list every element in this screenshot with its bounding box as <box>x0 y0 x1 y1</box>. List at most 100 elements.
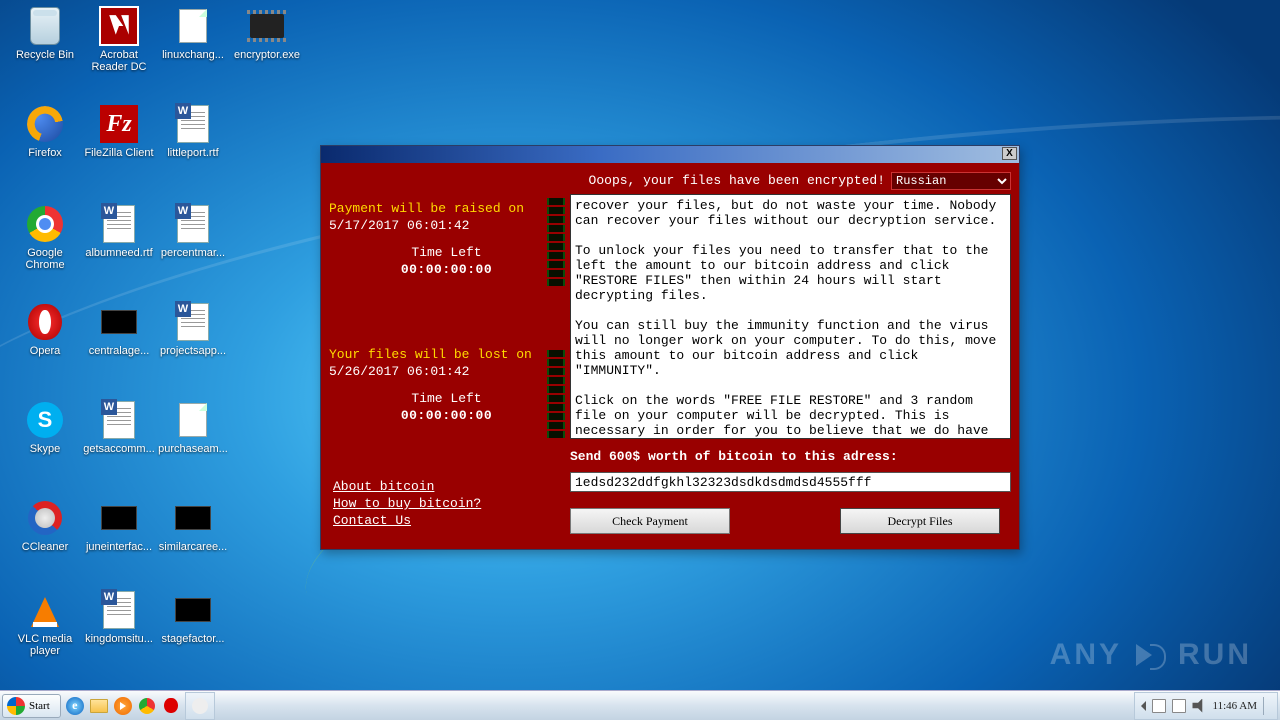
desktop-icon[interactable]: Acrobat Reader DC <box>82 6 156 73</box>
blk-icon <box>173 590 213 630</box>
message-panel[interactable]: recover your files, but do not waste you… <box>570 194 1011 439</box>
desktop-icon[interactable]: Wlittleport.rtf <box>156 104 230 159</box>
icon-label: VLC media player <box>8 633 82 657</box>
icon-label: projectsapp... <box>156 345 230 357</box>
icon-label: encryptor.exe <box>230 49 304 61</box>
header-message: Ooops, your files have been encrypted! <box>589 174 885 188</box>
desktop-icon[interactable]: juneinterfac... <box>82 498 156 553</box>
icon-label: getsaccomm... <box>82 443 156 455</box>
desktop-icon[interactable]: Wgetsaccomm... <box>82 400 156 455</box>
window-titlebar[interactable]: X <box>321 146 1019 163</box>
icon-label: stagefactor... <box>156 633 230 645</box>
desktop-icon[interactable]: Wprojectsapp... <box>156 302 230 357</box>
icon-label: centralage... <box>82 345 156 357</box>
skype-icon: S <box>25 400 65 440</box>
doc-icon: W <box>99 590 139 630</box>
adobe-icon <box>99 6 139 46</box>
decrypt-files-button[interactable]: Decrypt Files <box>840 508 1000 534</box>
desktop-icon[interactable]: Wkingdomsitu... <box>82 590 156 645</box>
close-icon[interactable]: X <box>1002 147 1017 160</box>
volume-icon[interactable] <box>1192 699 1206 713</box>
sht-icon <box>173 6 213 46</box>
sht-icon <box>173 400 213 440</box>
link-how-to-buy[interactable]: How to buy bitcoin? <box>333 495 481 512</box>
check-payment-button[interactable]: Check Payment <box>570 508 730 534</box>
desktop-icon[interactable]: Walbumneed.rtf <box>82 204 156 259</box>
taskbar: Start 11:46 AM <box>0 690 1280 720</box>
desktop-icon[interactable]: similarcaree... <box>156 498 230 553</box>
taskbar-explorer-icon[interactable] <box>89 696 109 716</box>
fx-icon <box>25 104 65 144</box>
opera-icon <box>25 302 65 342</box>
desktop-icon[interactable]: stagefactor... <box>156 590 230 645</box>
raise-label: Payment will be raised on <box>329 200 564 217</box>
icon-label: juneinterfac... <box>82 541 156 553</box>
watermark-text-1: ANY <box>1050 640 1122 670</box>
progress-bar-2 <box>547 350 565 440</box>
desktop-icon[interactable]: FzFileZilla Client <box>82 104 156 159</box>
cc-icon <box>25 498 65 538</box>
desktop-icon[interactable]: Wpercentmar... <box>156 204 230 259</box>
taskbar-ie-icon[interactable] <box>65 696 85 716</box>
link-contact[interactable]: Contact Us <box>333 512 481 529</box>
desktop-icon[interactable]: purchaseam... <box>156 400 230 455</box>
blk-icon <box>99 498 139 538</box>
icon-label: Firefox <box>8 147 82 159</box>
desktop-icon[interactable]: CCleaner <box>8 498 82 553</box>
system-tray: 11:46 AM <box>1134 692 1278 720</box>
icon-label: CCleaner <box>8 541 82 553</box>
desktop-icon[interactable]: encryptor.exe <box>230 6 304 61</box>
icon-label: littleport.rtf <box>156 147 230 159</box>
action-center-icon[interactable] <box>1152 699 1166 713</box>
icon-label: Opera <box>8 345 82 357</box>
start-label: Start <box>29 700 50 712</box>
encryptor-task-icon <box>190 696 210 716</box>
desktop-icon[interactable]: linuxchang... <box>156 6 230 61</box>
icon-label: Acrobat Reader DC <box>82 49 156 73</box>
icon-label: Recycle Bin <box>8 49 82 61</box>
icon-label: purchaseam... <box>156 443 230 455</box>
doc-icon: W <box>173 302 213 342</box>
windows-orb-icon <box>7 697 25 715</box>
help-links: About bitcoin How to buy bitcoin? Contac… <box>333 478 481 529</box>
chrome-icon <box>25 204 65 244</box>
desktop-icon[interactable]: S Skype <box>8 400 82 455</box>
icon-label: Skype <box>8 443 82 455</box>
doc-icon: W <box>173 204 213 244</box>
taskbar-media-icon[interactable] <box>113 696 133 716</box>
taskbar-running-app[interactable] <box>185 692 215 720</box>
language-select[interactable]: Russian <box>891 172 1011 190</box>
doc-icon: W <box>99 400 139 440</box>
send-label: Send 600$ worth of bitcoin to this adres… <box>570 447 1011 464</box>
taskbar-opera-icon[interactable] <box>161 696 181 716</box>
lost-label: Your files will be lost on <box>329 346 564 363</box>
bitcoin-address-input[interactable] <box>570 472 1011 492</box>
countdown-2: 00:00:00:00 <box>329 407 564 424</box>
desktop-icon[interactable]: centralage... <box>82 302 156 357</box>
desktop-icon[interactable]: VLC media player <box>8 590 82 657</box>
desktop-icon[interactable]: Recycle Bin <box>8 6 82 61</box>
icon-label: kingdomsitu... <box>82 633 156 645</box>
icon-label: similarcaree... <box>156 541 230 553</box>
blk-icon <box>173 498 213 538</box>
start-button[interactable]: Start <box>2 694 61 718</box>
icon-label: linuxchang... <box>156 49 230 61</box>
tray-expand-icon[interactable] <box>1141 701 1146 711</box>
link-about-bitcoin[interactable]: About bitcoin <box>333 478 481 495</box>
taskbar-clock[interactable]: 11:46 AM <box>1212 700 1257 712</box>
language-icon[interactable] <box>1172 699 1186 713</box>
show-desktop-button[interactable] <box>1263 697 1271 715</box>
doc-icon: W <box>173 104 213 144</box>
play-icon <box>1130 640 1170 670</box>
bin-icon <box>25 6 65 46</box>
chip-icon <box>247 6 287 46</box>
time-left-label-1: Time Left <box>329 244 564 261</box>
raise-date: 5/17/2017 06:01:42 <box>329 217 564 234</box>
desktop-icon[interactable]: Opera <box>8 302 82 357</box>
fz-icon: Fz <box>99 104 139 144</box>
taskbar-chrome-icon[interactable] <box>137 696 157 716</box>
desktop-icon[interactable]: Google Chrome <box>8 204 82 271</box>
watermark-text-2: RUN <box>1178 640 1252 670</box>
desktop-icon[interactable]: Firefox <box>8 104 82 159</box>
time-left-label-2: Time Left <box>329 390 564 407</box>
